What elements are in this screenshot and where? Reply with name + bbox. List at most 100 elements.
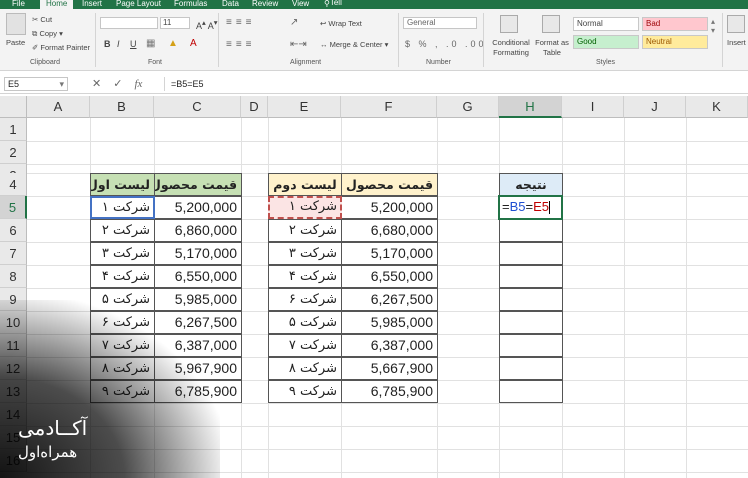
- paste-button[interactable]: Paste: [6, 38, 25, 47]
- style-neutral[interactable]: Neutral: [642, 35, 708, 49]
- table1-price-cell[interactable]: 6,387,000: [154, 334, 242, 357]
- table2-price-cell[interactable]: 5,985,000: [341, 311, 438, 334]
- table1-company-cell[interactable]: شرکت ۳: [90, 242, 155, 265]
- result-cell[interactable]: [499, 265, 563, 288]
- table2-company-cell[interactable]: شرکت ۵: [268, 311, 342, 334]
- font-size-select[interactable]: 11: [160, 17, 190, 29]
- table2-company-cell[interactable]: شرکت ۲: [268, 219, 342, 242]
- tab-formulas[interactable]: Formulas: [174, 0, 207, 8]
- column-header-d[interactable]: D: [241, 96, 268, 118]
- result-cell[interactable]: [499, 380, 563, 403]
- tab-view[interactable]: View: [292, 0, 309, 8]
- tell-me-box[interactable]: ⚲ Tell me what you want to do...: [324, 0, 347, 61]
- table2-price-cell[interactable]: 5,667,900: [341, 357, 438, 380]
- row-header-2[interactable]: 2: [0, 141, 27, 164]
- top-align-icons[interactable]: ≡≡≡: [226, 17, 256, 28]
- format-as-table-icon[interactable]: [542, 15, 560, 33]
- table2-company-cell[interactable]: شرکت ۸: [268, 357, 342, 380]
- font-name-select[interactable]: [100, 17, 158, 29]
- insert-function-icon[interactable]: fx: [134, 78, 142, 90]
- name-box[interactable]: E5 ▾: [4, 77, 68, 91]
- cancel-icon[interactable]: ✕: [92, 78, 101, 90]
- format-as-table-button[interactable]: Format as Table: [535, 38, 569, 58]
- select-all-corner[interactable]: [0, 96, 27, 118]
- table2-header-price[interactable]: قیمت محصول: [341, 173, 438, 196]
- table1-price-cell[interactable]: 5,170,000: [154, 242, 242, 265]
- row-header-11[interactable]: 11: [0, 334, 27, 357]
- tab-home[interactable]: Home: [40, 0, 74, 9]
- format-painter-button[interactable]: ✐ Format Painter: [32, 43, 90, 52]
- column-header-b[interactable]: B: [90, 96, 154, 118]
- table2-price-cell[interactable]: 6,550,000: [341, 265, 438, 288]
- table1-price-cell[interactable]: 6,785,900: [154, 380, 242, 403]
- horizontal-align-icons[interactable]: ≡≡≡: [226, 39, 256, 50]
- table1-price-cell[interactable]: 6,550,000: [154, 265, 242, 288]
- conditional-formatting-button[interactable]: Conditional Formatting: [488, 38, 534, 58]
- formula-input[interactable]: =B5=E5: [164, 77, 744, 91]
- table2-company-cell[interactable]: شرکت ۹: [268, 380, 342, 403]
- table1-price-cell[interactable]: 6,860,000: [154, 219, 242, 242]
- table1-price-cell[interactable]: 5,967,900: [154, 357, 242, 380]
- table1-company-cell[interactable]: شرکت ۲: [90, 219, 155, 242]
- copy-button[interactable]: ⧉ Copy ▾: [32, 29, 63, 39]
- style-bad[interactable]: Bad: [642, 17, 708, 31]
- row-header-8[interactable]: 8: [0, 265, 27, 288]
- result-header[interactable]: نتیجه: [499, 173, 563, 196]
- style-normal[interactable]: Normal: [573, 17, 639, 31]
- table1-company-cell[interactable]: شرکت ۸: [90, 357, 155, 380]
- tab-insert[interactable]: Insert: [82, 0, 102, 8]
- row-header-9[interactable]: 9: [0, 288, 27, 311]
- table2-price-cell[interactable]: 5,200,000: [341, 196, 438, 219]
- tab-data[interactable]: Data: [222, 0, 239, 8]
- tab-review[interactable]: Review: [252, 0, 278, 8]
- column-header-f[interactable]: F: [341, 96, 437, 118]
- table1-header-list[interactable]: لیست اول: [90, 173, 155, 196]
- active-cell-h5[interactable]: =B5=E5: [498, 195, 563, 220]
- number-format-select[interactable]: General: [403, 17, 477, 29]
- table2-price-cell[interactable]: 6,267,500: [341, 288, 438, 311]
- table2-company-cell[interactable]: شرکت ۴: [268, 265, 342, 288]
- table2-price-cell[interactable]: 6,387,000: [341, 334, 438, 357]
- result-cell[interactable]: [499, 311, 563, 334]
- tab-file[interactable]: File: [12, 0, 25, 8]
- style-good[interactable]: Good: [573, 35, 639, 49]
- table2-company-cell[interactable]: شرکت ۳: [268, 242, 342, 265]
- row-header-12[interactable]: 12: [0, 357, 27, 380]
- table1-header-price[interactable]: قیمت محصول: [154, 173, 242, 196]
- merge-center-button[interactable]: ↔ Merge & Center ▾: [320, 40, 388, 49]
- wrap-text-button[interactable]: ↩ Wrap Text: [320, 19, 362, 28]
- table1-company-cell[interactable]: شرکت ۷: [90, 334, 155, 357]
- indent-icon[interactable]: ⇤⇥: [290, 39, 307, 50]
- row-header-13[interactable]: 13: [0, 380, 27, 403]
- result-cell[interactable]: [499, 219, 563, 242]
- table2-price-cell[interactable]: 6,680,000: [341, 219, 438, 242]
- borders-icon[interactable]: ▦: [146, 38, 155, 49]
- row-header-10[interactable]: 10: [0, 311, 27, 334]
- tab-page-layout[interactable]: Page Layout: [116, 0, 161, 8]
- styles-scroll-icon[interactable]: ▴ ▾: [711, 17, 715, 35]
- table2-cell-e5[interactable]: شرکت ۱: [269, 197, 341, 218]
- table1-price-cell[interactable]: 6,267,500: [154, 311, 242, 334]
- row-header-4[interactable]: 4: [0, 173, 27, 196]
- table2-company-cell[interactable]: شرکت ۷: [268, 334, 342, 357]
- column-header-c[interactable]: C: [154, 96, 241, 118]
- orientation-icon[interactable]: ↗: [290, 17, 298, 28]
- insert-cells-button[interactable]: Insert: [727, 38, 746, 47]
- column-header-e[interactable]: E: [268, 96, 341, 118]
- grow-font-icon[interactable]: A▴ A▾: [196, 18, 218, 31]
- conditional-formatting-icon[interactable]: [500, 15, 518, 33]
- row-header-1[interactable]: 1: [0, 118, 27, 141]
- table1-price-cell[interactable]: 5,200,000: [154, 196, 242, 219]
- table1-company-cell[interactable]: شرکت ۴: [90, 265, 155, 288]
- table2-price-cell[interactable]: 5,170,000: [341, 242, 438, 265]
- column-header-a[interactable]: A: [27, 96, 90, 118]
- row-header-7[interactable]: 7: [0, 242, 27, 265]
- table2-company-cell[interactable]: شرکت ۶: [268, 288, 342, 311]
- column-header-i[interactable]: I: [562, 96, 624, 118]
- italic-button[interactable]: I: [117, 39, 120, 49]
- underline-button[interactable]: U: [130, 39, 137, 49]
- bold-button[interactable]: B: [104, 39, 111, 49]
- table2-price-cell[interactable]: 6,785,900: [341, 380, 438, 403]
- row-header-6[interactable]: 6: [0, 219, 27, 242]
- result-cell[interactable]: [499, 288, 563, 311]
